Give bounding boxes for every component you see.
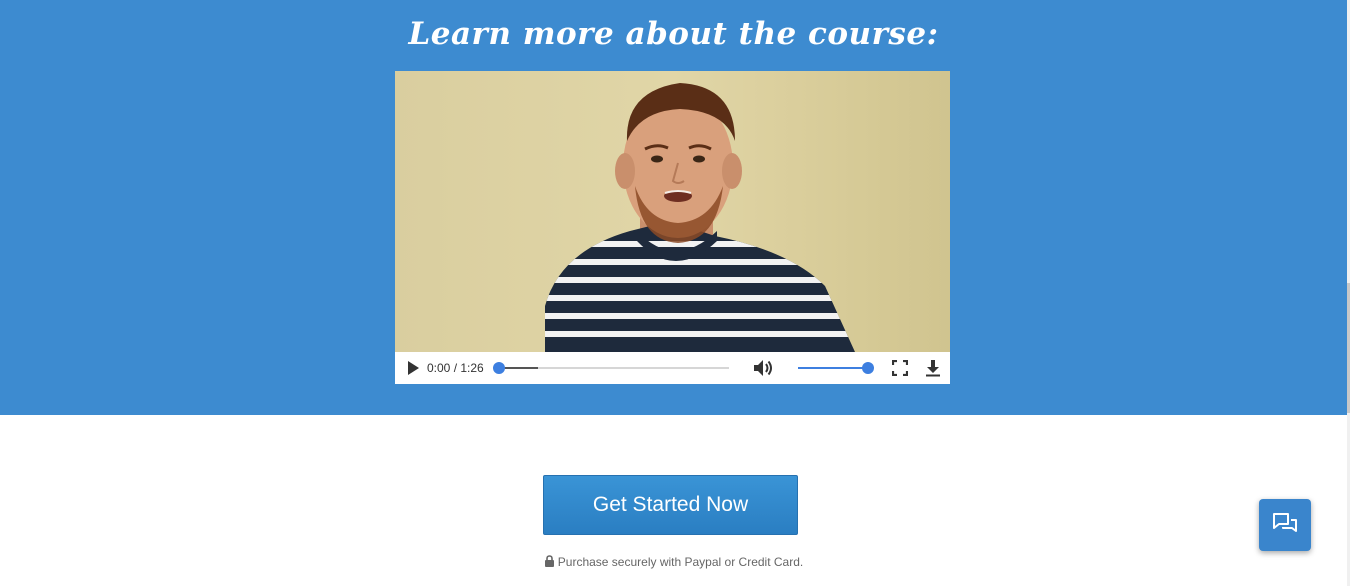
video-frame[interactable] xyxy=(395,71,950,352)
time-display: 0:00 / 1:26 xyxy=(427,361,484,375)
video-thumbnail xyxy=(395,71,950,352)
volume-thumb[interactable] xyxy=(862,362,874,374)
chat-button[interactable] xyxy=(1259,499,1311,551)
video-controls: 0:00 / 1:26 xyxy=(395,352,950,384)
volume-icon[interactable] xyxy=(753,359,775,377)
volume-level xyxy=(798,367,868,369)
section-heading: Learn more about the course: xyxy=(408,16,939,52)
progress-thumb[interactable] xyxy=(493,362,505,374)
chat-bubbles-icon xyxy=(1271,511,1299,544)
get-started-button[interactable]: Get Started Now xyxy=(543,475,798,535)
fullscreen-icon[interactable] xyxy=(891,359,909,377)
play-icon[interactable] xyxy=(405,360,421,376)
video-section: Learn more about the course: 0:00 / 1:26 xyxy=(0,0,1347,415)
progress-bar[interactable] xyxy=(493,362,729,374)
video-player[interactable]: 0:00 / 1:26 xyxy=(395,71,950,384)
lock-icon xyxy=(544,555,555,570)
download-icon[interactable] xyxy=(925,359,941,377)
secure-purchase-text: Purchase securely with Paypal or Credit … xyxy=(557,555,804,569)
secure-purchase-note: Purchase securely with Paypal or Credit … xyxy=(0,555,1347,570)
page: Learn more about the course: 0:00 / 1:26… xyxy=(0,0,1350,586)
volume-slider[interactable] xyxy=(798,362,874,374)
